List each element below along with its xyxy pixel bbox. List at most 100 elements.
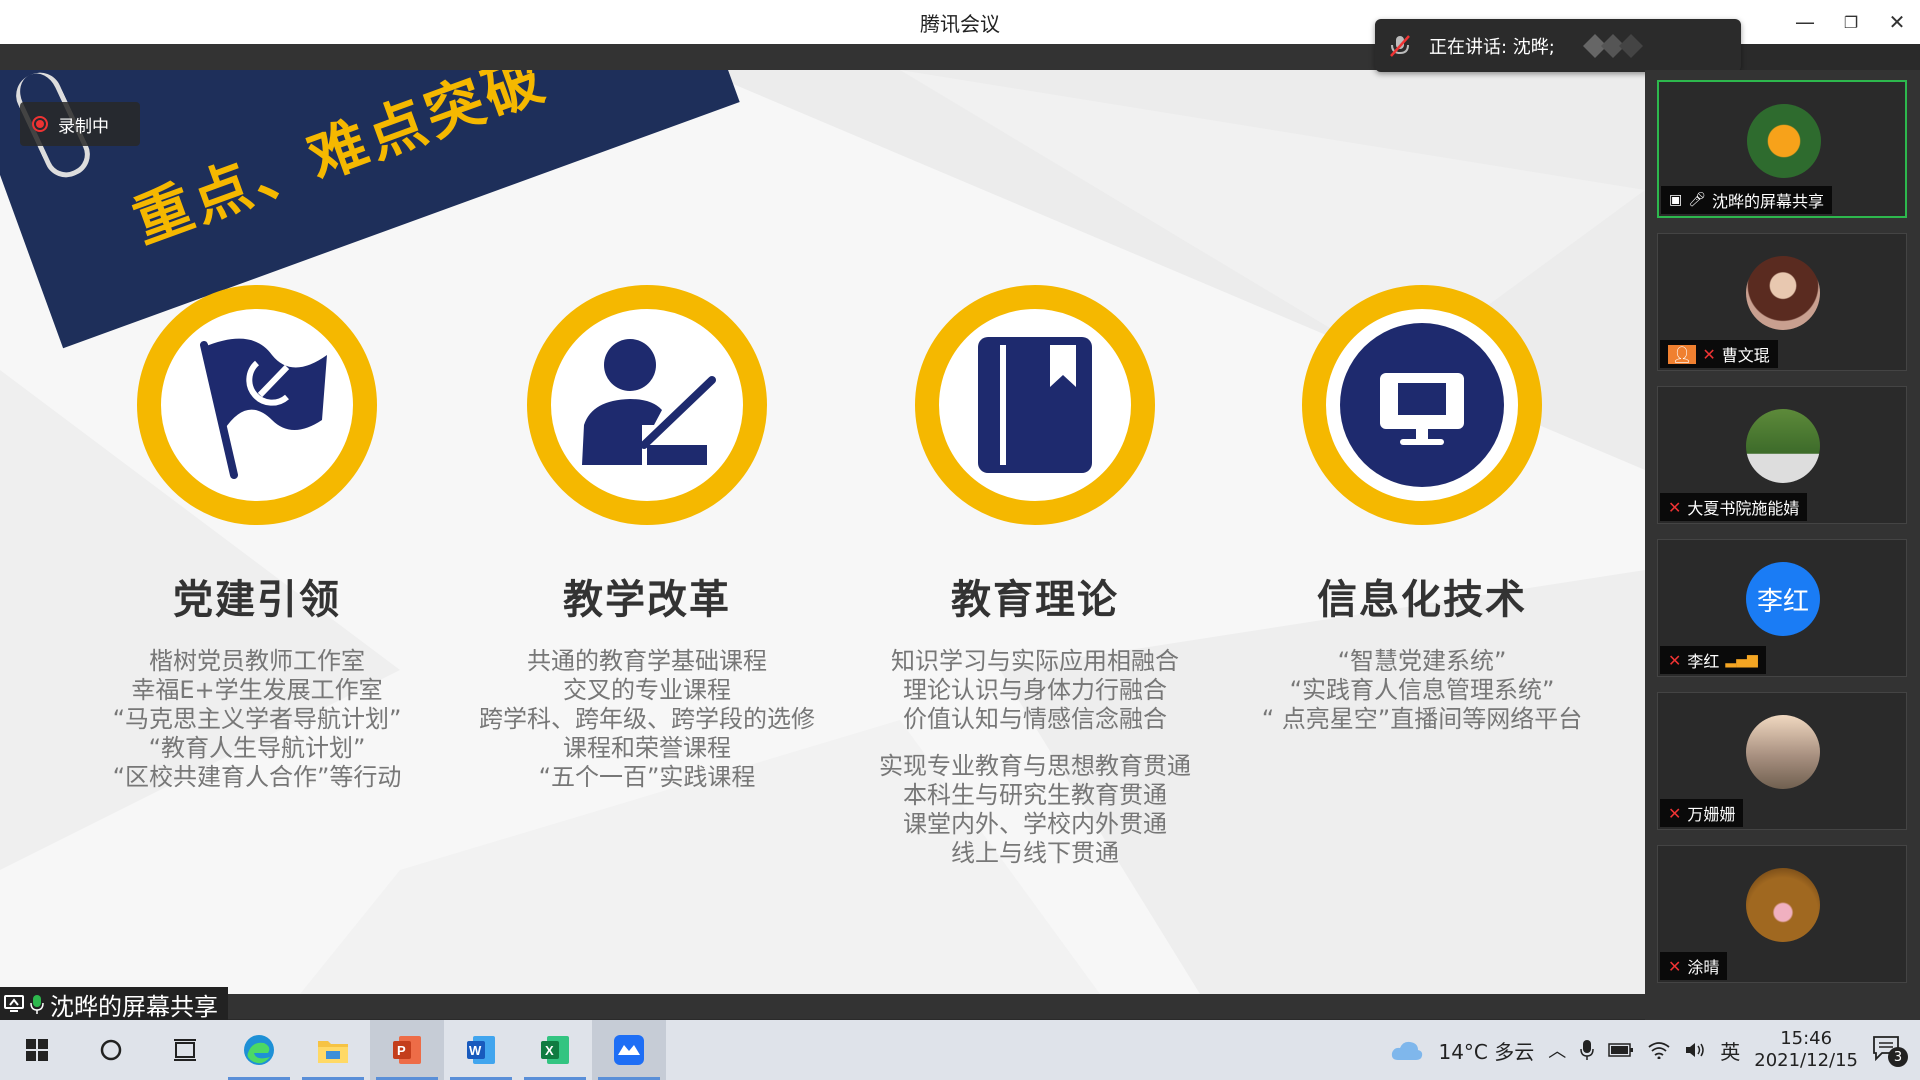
screen-share-text: 沈晔的屏幕共享 [50,992,218,1021]
svg-text:W: W [469,1043,482,1058]
folder-icon [318,1041,348,1063]
task-view-button[interactable] [148,1020,222,1080]
autumn-photo-avatar-icon [1746,868,1820,942]
microphone-tray-icon[interactable] [1580,1039,1594,1061]
participant-nametag: ✕ 大夏书院施能婧 [1660,493,1808,521]
excel-icon: X [541,1036,569,1064]
shared-slide: 重点、难点突破 录制中 党建引领 楷树党员教师工作室 幸福E+学生发展工作室 “… [0,70,1645,994]
book-icon [978,337,1092,473]
column-line: 楷树党员教师工作室 [149,647,365,675]
column-theory: 教育理论 知识学习与实际应用相融合 理论认识与身体力行融合 价值认知与情感信念融… [835,285,1235,868]
clock-date: 2021/12/15 [1754,1050,1858,1071]
mic-muted-icon: ✕ [1668,650,1682,670]
party-flag-ring [137,285,377,525]
system-tray: 14°C 多云 ︿ 英 15:46 2021/12/15 3 [1390,1020,1920,1080]
taskbar-powerpoint[interactable]: P [370,1020,444,1080]
participant-nametag: ▣ 🎤︎ 沈晔的屏幕共享 [1661,186,1833,214]
participant-tile[interactable]: ✕ 涂晴 [1657,845,1907,983]
participant-name: 沈晔的屏幕共享 [1712,192,1825,211]
column-line: “教育人生导航计划” [148,734,366,762]
participant-tile[interactable]: ✕ 万姗姗 [1657,692,1907,830]
participant-name: 万姗姗 [1687,805,1736,824]
wedding-photo-avatar-icon [1746,409,1820,483]
tencent-meeting-icon [614,1035,644,1065]
start-button[interactable] [0,1020,74,1080]
cloud-icon [1392,1041,1423,1060]
participant-tile[interactable]: ✕ 大夏书院施能婧 [1657,386,1907,524]
taskbar-explorer[interactable] [296,1020,370,1080]
screen-share-label: 沈晔的屏幕共享 [0,987,228,1021]
speaking-indicator: 正在讲话: 沈晔; [1375,19,1741,72]
woman-photo-avatar-icon [1746,256,1820,330]
participant-name: 曹文琨 [1721,346,1770,365]
column-line: “区校共建育人合作”等行动 [112,763,402,791]
clock[interactable]: 15:46 2021/12/15 [1754,1028,1858,1072]
column-line: “智慧党建系统” [1337,647,1507,675]
speaking-avatars-icon [1582,33,1643,58]
party-flag-icon [200,338,327,479]
minimize-button[interactable]: — [1782,0,1828,44]
powerpoint-icon: P [393,1036,421,1064]
column-title: 教学改革 [563,577,731,623]
beach-photo-avatar-icon [1746,715,1820,789]
bottom-strip [0,994,1645,1019]
column-line: 知识学习与实际应用相融合 [891,647,1179,675]
taskbar-tencent-meeting[interactable] [592,1020,666,1080]
column-line: 理论认识与身体力行融合 [903,676,1167,704]
close-button[interactable]: ✕ [1874,0,1920,44]
column-line: 交叉的专业课程 [563,676,731,704]
column-title: 党建引领 [173,577,341,623]
participant-nametag: ✕ 涂晴 [1660,952,1728,980]
speaking-label: 正在讲话: 沈晔; [1429,36,1555,58]
participant-panel: ▣ 🎤︎ 沈晔的屏幕共享 👤︎ ✕ 曹文琨 ✕ 大夏书院施能婧 李红 ✕ 李红 … [1645,70,1920,1020]
recording-indicator[interactable]: 录制中 [20,102,140,146]
taskbar-edge[interactable] [222,1020,296,1080]
chevron-up-icon[interactable]: ︿ [1548,1037,1566,1063]
screen-share-icon [4,995,24,1012]
taskbar-excel[interactable]: X [518,1020,592,1080]
battery-icon[interactable] [1608,1042,1634,1058]
column-line: 实现专业教育与思想教育贯通 [879,752,1191,780]
orange-flower-avatar-icon [1747,104,1821,178]
participant-tile[interactable]: ▣ 🎤︎ 沈晔的屏幕共享 [1657,80,1907,218]
column-line: “马克思主义学者导航计划” [112,705,402,733]
mic-muted-icon: ✕ [1668,956,1682,976]
book-ring [915,285,1155,525]
recording-label: 录制中 [58,116,109,137]
user-icon: 👤︎ [1668,344,1697,364]
mic-icon: 🎤︎ [1688,192,1707,208]
clock-time: 15:46 [1780,1028,1833,1049]
column-line: “五个一百”实践课程 [538,763,756,791]
participant-name: 李红 [1687,652,1720,671]
participant-name: 涂晴 [1687,958,1720,977]
participant-nametag: 👤︎ ✕ 曹文琨 [1660,340,1778,368]
participant-tile[interactable]: 李红 ✕ 李红 ▂▄▆ [1657,539,1907,677]
column-line: 跨学科、跨年级、跨学段的选修 [479,705,815,733]
weather-text[interactable]: 14°C 多云 [1438,1036,1534,1065]
notification-center-button[interactable]: 3 [1872,1035,1908,1067]
wifi-icon[interactable] [1648,1041,1670,1059]
participant-tile[interactable]: 👤︎ ✕ 曹文琨 [1657,233,1907,371]
participant-nametag: ✕ 万姗姗 [1660,799,1744,827]
volume-icon[interactable] [1684,1041,1706,1059]
teacher-icon [582,339,716,465]
column-line: 本科生与研究生教育贯通 [903,781,1167,809]
window-title: 腾讯会议 [920,11,1000,36]
column-line: 幸福E+学生发展工作室 [131,676,383,704]
column-line: 课程和荣誉课程 [563,734,731,762]
task-view-icon [174,1039,196,1061]
column-it: 信息化技术 “智慧党建系统” “实践育人信息管理系统” “ 点亮星空”直播间等网… [1222,285,1622,734]
mic-muted-icon [1390,34,1410,57]
monitor-ring [1302,285,1542,525]
ime-indicator[interactable]: 英 [1720,1036,1740,1065]
taskbar: P W X 14°C 多云 ︿ 英 15:46 2021/12/15 3 [0,1020,1920,1080]
svg-text:P: P [397,1043,406,1058]
windows-logo-icon [26,1039,48,1061]
taskbar-word[interactable]: W [444,1020,518,1080]
restore-button[interactable]: ❐ [1828,0,1874,44]
svg-text:X: X [545,1043,554,1058]
mic-muted-icon: ✕ [1702,344,1716,364]
column-title: 教育理论 [951,577,1119,623]
search-button[interactable] [74,1020,148,1080]
notification-count-badge: 3 [1888,1047,1908,1067]
